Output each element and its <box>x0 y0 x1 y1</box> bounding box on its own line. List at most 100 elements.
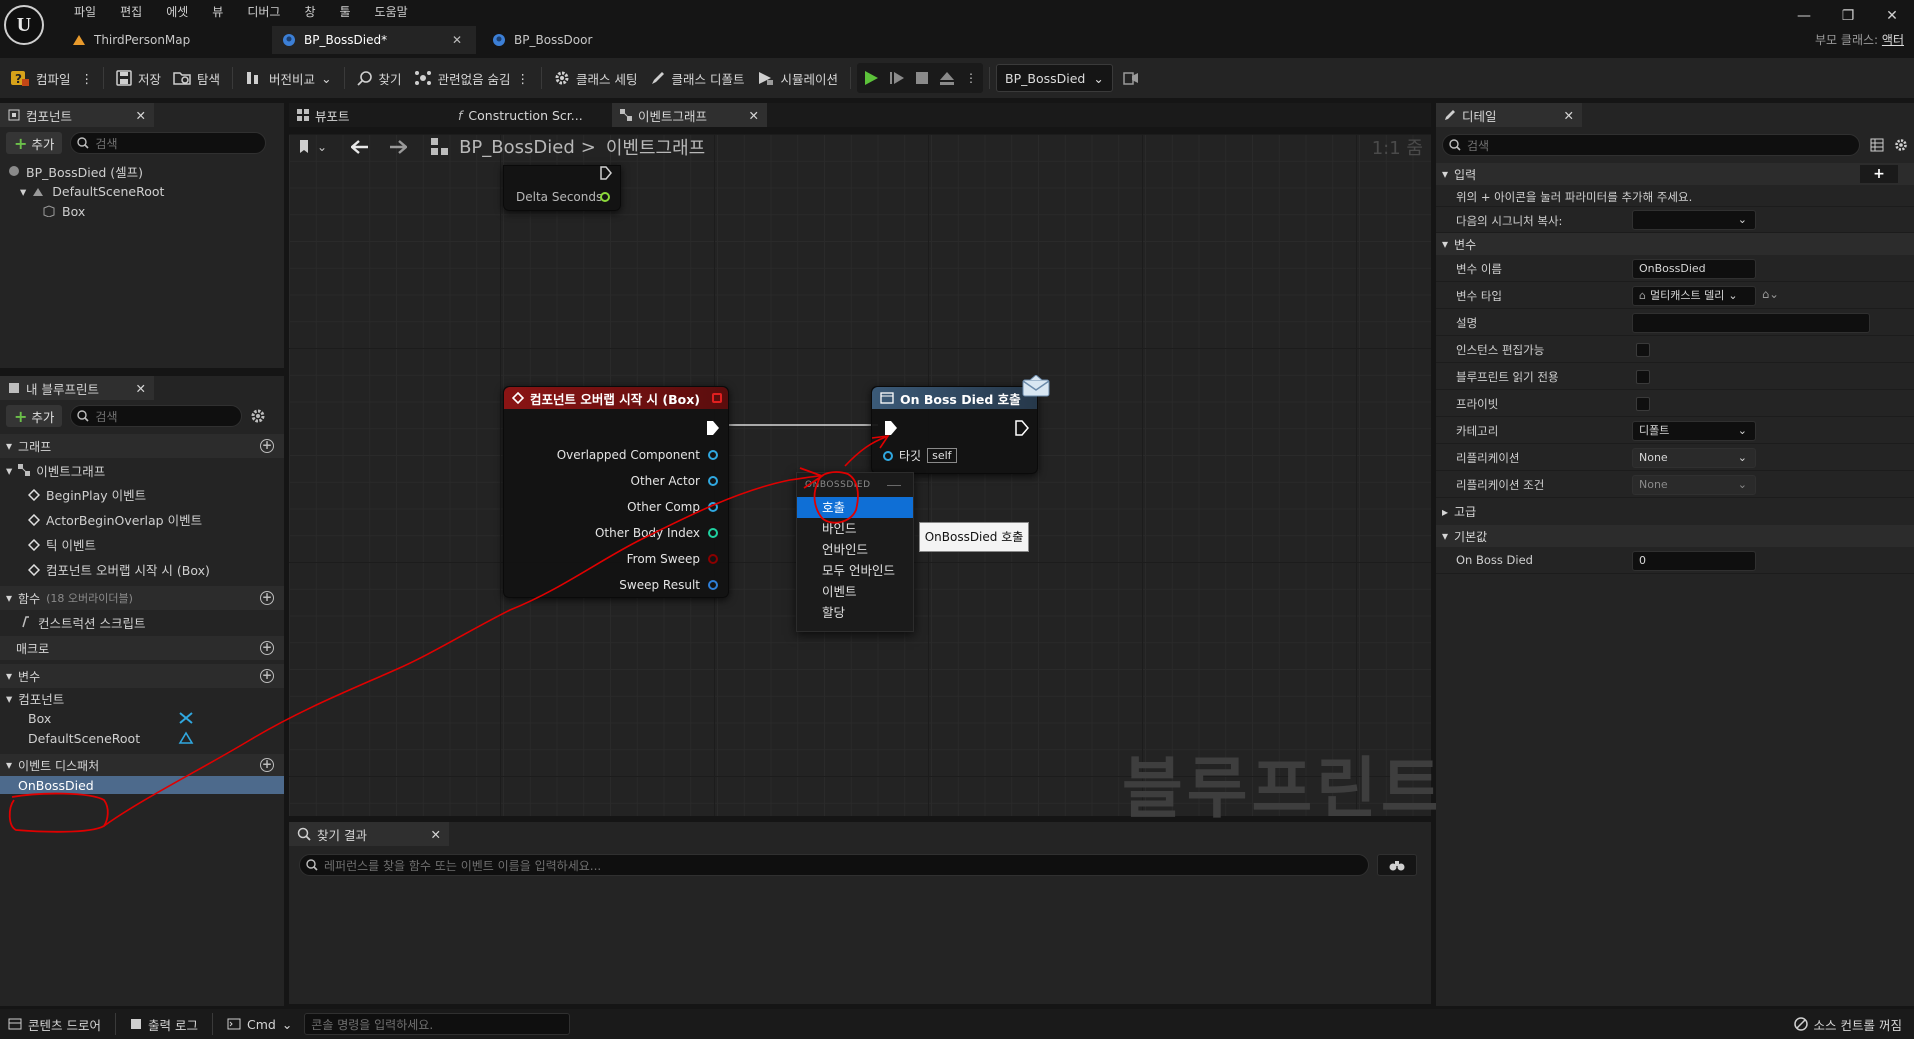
var-type-row: 변수 타입 ⌂ 멀티캐스트 델리 ⌄ ⌂⌄ <box>1436 282 1914 309</box>
var-name-label: 변수 이름 <box>1456 262 1502 276</box>
find-results-search-input[interactable]: 레퍼런스를 찾을 함수 또는 이벤트 이름을 입력하세요... <box>299 854 1369 876</box>
bp-readonly-label: 블루프린트 읽기 전용 <box>1456 370 1559 384</box>
copy-signature-row: 다음의 시그니처 복사: ⌄ <box>1436 207 1914 233</box>
divider <box>211 1013 213 1035</box>
content-drawer-icon <box>8 1018 22 1030</box>
delegate-type-icon: ⌂ <box>1639 289 1646 302</box>
private-checkbox[interactable] <box>1636 397 1650 411</box>
replication-cond-label: 리플리케이션 조건 <box>1456 478 1545 492</box>
source-control-button[interactable]: 소스 컨트롤 꺼짐 <box>1786 1009 1910 1039</box>
replication-cond-value: None <box>1639 478 1668 491</box>
add-input-button[interactable]: + <box>1860 165 1898 183</box>
status-bar: 콘텐츠 드로어 출력 로그 Cmd ⌄ 콘솔 명령을 입력하세요. 소스 컨트롤… <box>0 1009 1914 1039</box>
output-log-button[interactable]: 출력 로그 <box>122 1009 206 1039</box>
chevron-down-icon: ⌄ <box>1737 451 1747 464</box>
replication-row: 리플리케이션 None ⌄ <box>1436 444 1914 471</box>
advanced-section-header[interactable]: ▸ 고급 <box>1436 498 1914 525</box>
description-row: 설명 <box>1436 309 1914 336</box>
category-label: 카테고리 <box>1456 424 1499 438</box>
private-label: 프라이빗 <box>1456 397 1499 411</box>
replication-label: 리플리케이션 <box>1456 451 1520 465</box>
collapse-arrow-icon: ▾ <box>1442 237 1449 251</box>
inputs-header-label: 입력 <box>1454 167 1477 182</box>
defaults-section-header[interactable]: ▾ 기본값 <box>1436 525 1914 547</box>
copy-signature-label: 다음의 시그니처 복사: <box>1456 214 1563 228</box>
details-panel: 디테일 ✕ 검색 ▾ 입력 + 위의 + 아이콘을 눌러 파라미터를 추가해 주… <box>1436 103 1914 1006</box>
defaults-header-label: 기본값 <box>1454 529 1488 544</box>
instance-editable-checkbox[interactable] <box>1636 343 1650 357</box>
instance-editable-row: 인스턴스 편집가능 <box>1436 336 1914 363</box>
advanced-header-label: 고급 <box>1454 505 1477 519</box>
search-icon <box>297 827 311 841</box>
copy-signature-dropdown[interactable]: ⌄ <box>1632 210 1756 230</box>
var-type-value: 멀티캐스트 델리 <box>1649 289 1725 302</box>
annotation-circle-dispatcher <box>8 792 109 833</box>
close-tab-icon[interactable]: ✕ <box>1564 108 1574 123</box>
log-icon <box>130 1018 142 1030</box>
bp-readonly-row: 블루프린트 읽기 전용 <box>1436 363 1914 390</box>
annotation-arrow-line <box>103 475 821 827</box>
replication-value: None <box>1639 451 1668 464</box>
console-input[interactable]: 콘솔 명령을 입력하세요. <box>304 1013 571 1035</box>
description-input[interactable] <box>1632 313 1870 333</box>
chevron-down-icon: ⌄ <box>1737 478 1747 491</box>
console-placeholder: 콘솔 명령을 입력하세요. <box>311 1017 434 1032</box>
content-drawer-button[interactable]: 콘텐츠 드로어 <box>0 1009 109 1039</box>
chevron-down-icon: ⌄ <box>1737 213 1747 226</box>
default-value-field[interactable]: 0 <box>1632 551 1756 571</box>
annotation-circle-call <box>813 471 859 524</box>
replication-cond-dropdown[interactable]: None ⌄ <box>1632 475 1756 495</box>
divider <box>114 1013 116 1035</box>
variable-header-label: 변수 <box>1454 237 1477 252</box>
inputs-hint: 위의 + 아이콘을 눌러 파라미터를 추가해 주세요. <box>1456 190 1693 204</box>
var-type-label: 변수 타입 <box>1456 289 1502 303</box>
pencil-icon <box>1444 109 1456 121</box>
default-value-row: On Boss Died 0 <box>1436 547 1914 574</box>
var-name-row: 변수 이름 OnBossDied <box>1436 255 1914 282</box>
output-log-label: 출력 로그 <box>147 1017 198 1033</box>
expand-arrow-icon: ▸ <box>1442 504 1449 519</box>
variable-section-header[interactable]: ▾ 변수 <box>1436 233 1914 255</box>
category-value: 디폴트 <box>1639 424 1670 437</box>
table-view-icon[interactable] <box>1870 138 1884 152</box>
inputs-hint-row: 위의 + 아이콘을 눌러 파라미터를 추가해 주세요. <box>1436 185 1914 207</box>
search-icon <box>306 859 318 871</box>
inputs-section-header[interactable]: ▾ 입력 + <box>1436 163 1914 185</box>
collapse-arrow-icon: ▾ <box>1442 529 1449 543</box>
description-label: 설명 <box>1456 316 1478 330</box>
instance-editable-label: 인스턴스 편집가능 <box>1456 343 1545 357</box>
annotation-arrow-to-node <box>844 436 887 467</box>
bp-readonly-checkbox[interactable] <box>1636 370 1650 384</box>
details-tab[interactable]: 디테일 ✕ <box>1436 103 1582 127</box>
default-name-label: On Boss Died <box>1456 553 1533 567</box>
search-placeholder: 검색 <box>1467 138 1490 153</box>
var-type-dropdown[interactable]: ⌂ 멀티캐스트 델리 ⌄ <box>1632 286 1756 306</box>
category-dropdown[interactable]: 디폴트 ⌄ <box>1632 421 1756 441</box>
private-row: 프라이빗 <box>1436 390 1914 417</box>
find-results-tab-label: 찾기 결과 <box>317 827 367 843</box>
category-row: 카테고리 디폴트 ⌄ <box>1436 417 1914 444</box>
var-name-input[interactable]: OnBossDied <box>1632 259 1756 279</box>
source-control-off-icon <box>1793 1017 1808 1031</box>
details-tab-label: 디테일 <box>1462 108 1497 124</box>
details-search-input[interactable]: 검색 <box>1442 134 1860 156</box>
find-placeholder: 레퍼런스를 찾을 함수 또는 이벤트 이름을 입력하세요... <box>324 858 602 873</box>
close-tab-icon[interactable]: ✕ <box>431 827 441 842</box>
binoculars-button[interactable] <box>1377 854 1417 876</box>
chevron-down-icon: ⌄ <box>281 1016 293 1032</box>
content-drawer-label: 콘텐츠 드로어 <box>28 1017 101 1033</box>
search-icon <box>1449 139 1461 151</box>
terminal-icon <box>227 1018 241 1030</box>
gear-icon[interactable] <box>1894 138 1908 152</box>
source-control-label: 소스 컨트롤 꺼짐 <box>1813 1017 1902 1033</box>
chevron-down-icon: ⌄ <box>1737 424 1747 437</box>
find-results-tab[interactable]: 찾기 결과 ✕ <box>289 822 449 846</box>
cmd-label: Cmd <box>246 1016 276 1032</box>
find-results-panel: 찾기 결과 ✕ 레퍼런스를 찾을 함수 또는 이벤트 이름을 입력하세요... <box>289 822 1431 1004</box>
collapse-arrow-icon: ▾ <box>1442 167 1449 181</box>
replication-cond-row: 리플리케이션 조건 None ⌄ <box>1436 471 1914 498</box>
replication-dropdown[interactable]: None ⌄ <box>1632 448 1756 468</box>
chevron-down-icon: ⌄ <box>1728 289 1738 302</box>
container-type-icon[interactable]: ⌂⌄ <box>1762 287 1779 301</box>
cmd-dropdown[interactable]: Cmd ⌄ <box>219 1009 300 1039</box>
